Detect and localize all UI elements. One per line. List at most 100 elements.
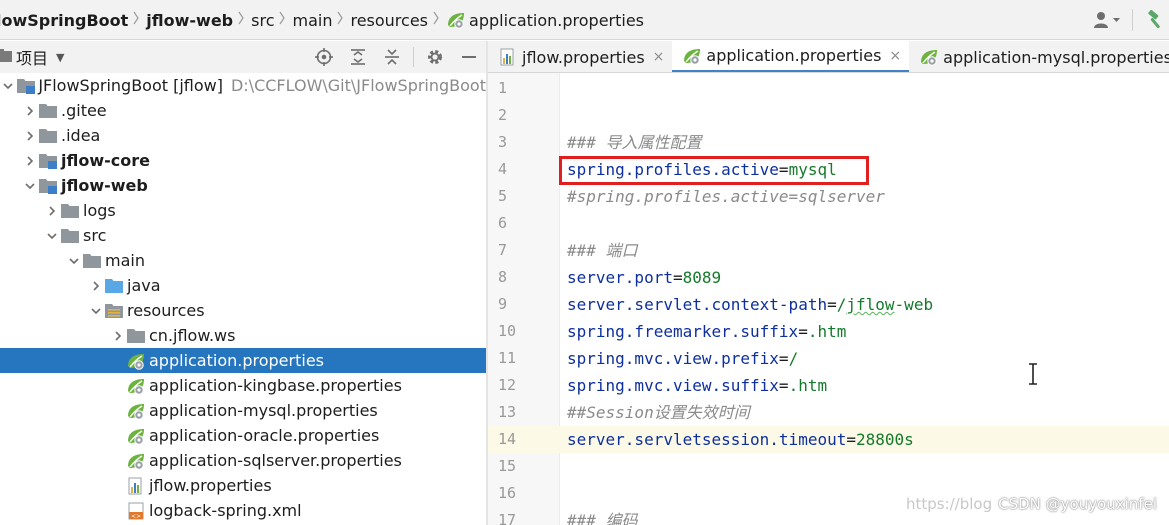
code-editor[interactable]: ### 导入属性配置 spring.profiles.active=mysql #s… [560, 73, 1169, 525]
spring-properties-icon [682, 43, 702, 68]
chevron-down-icon[interactable] [88, 298, 104, 323]
chevron-down-icon[interactable] [22, 173, 38, 198]
breadcrumb-item[interactable]: src [251, 0, 274, 39]
code-token: ### 导入属性配置 [567, 133, 702, 152]
chevron-right-icon[interactable] [110, 323, 126, 348]
code-token: = [846, 430, 856, 449]
project-panel-icon [0, 48, 12, 67]
code-line[interactable]: spring.freemarker.suffix=.htm [560, 318, 1169, 345]
code-line[interactable]: ### 端口 [560, 237, 1169, 264]
navbar-divider [1132, 9, 1133, 31]
tree-item[interactable]: logs [0, 198, 486, 223]
xml-file-icon: <> [126, 498, 146, 523]
line-number: 16 [498, 484, 517, 502]
tree-item-label: java [127, 276, 161, 295]
chevron-right-icon[interactable] [22, 148, 38, 173]
chevron-down-icon[interactable] [0, 73, 16, 98]
breadcrumb-item[interactable]: lowSpringBoot [0, 0, 128, 39]
code-line[interactable] [560, 210, 1169, 237]
tree-item[interactable]: .gitee [0, 98, 486, 123]
tree-item-label: .gitee [61, 101, 107, 120]
project-view-selector[interactable]: 项目 ▼ [0, 41, 64, 73]
watermark: https://blog CSDN @youyouxinfei [905, 495, 1157, 513]
code-line[interactable]: ##Session设置失效时间 [560, 399, 1169, 426]
code-line[interactable] [560, 75, 1169, 102]
spring-properties-icon [126, 348, 146, 373]
folder-icon [38, 98, 58, 123]
breadcrumb-item[interactable]: resources [350, 0, 428, 39]
line-number: 11 [498, 349, 517, 367]
tree-item[interactable]: cn.jflow.ws [0, 323, 486, 348]
code-line[interactable]: spring.mvc.view.suffix=.htm [560, 372, 1169, 399]
tree-item[interactable]: application-oracle.properties [0, 423, 486, 448]
code-line[interactable]: spring.profiles.active=mysql [560, 156, 1169, 183]
collapse-all-icon[interactable] [375, 41, 409, 73]
expand-all-icon[interactable] [341, 41, 375, 73]
editor-tab[interactable]: application.properties × [672, 41, 910, 72]
tree-item[interactable]: application.properties [0, 348, 486, 373]
tree-item[interactable]: <> logback-spring.xml [0, 498, 486, 523]
code-line[interactable]: #spring.profiles.active=sqlserver [560, 183, 1169, 210]
code-line[interactable]: server.port=8089 [560, 264, 1169, 291]
close-icon[interactable]: × [889, 48, 901, 64]
tree-item[interactable]: application-kingbase.properties [0, 373, 486, 398]
breadcrumb-item[interactable]: jflow-web [146, 0, 234, 39]
locate-file-icon[interactable] [307, 41, 341, 73]
tree-item[interactable]: src [0, 223, 486, 248]
gear-icon[interactable] [418, 41, 452, 73]
line-number-gutter: 1 2 3 4 5 6 7 8 9 10 11 12 13 14 15 16 17 [488, 73, 560, 525]
breadcrumb-item[interactable]: application.properties [446, 0, 644, 39]
folder-icon [60, 223, 80, 248]
chevron-right-icon[interactable] [22, 98, 38, 123]
code-line[interactable]: server.servlet.context-path=/jflow-web [560, 291, 1169, 318]
code-line[interactable] [560, 453, 1169, 480]
tree-item[interactable]: resources [0, 298, 486, 323]
code-token: server.servletsession.timeout [567, 430, 847, 449]
breadcrumb-item[interactable]: main [292, 0, 333, 39]
tree-item-label: logback-spring.xml [149, 501, 302, 520]
chevron-right-icon[interactable] [44, 198, 60, 223]
close-icon[interactable]: × [653, 49, 665, 65]
spring-properties-icon [919, 45, 939, 70]
code-line[interactable]: ### 导入属性配置 [560, 129, 1169, 156]
breadcrumb-label: jflow-web [146, 10, 234, 30]
breadcrumb-label: main [292, 10, 333, 30]
tree-item[interactable]: JFlowSpringBoot [jflow] D:\CCFLOW\Git\JFl… [0, 73, 486, 98]
chevron-right-icon[interactable] [88, 273, 104, 298]
tree-item[interactable]: application-sqlserver.properties [0, 448, 486, 473]
code-line[interactable]: server.servletsession.timeout=28800s [560, 426, 1169, 453]
line-number: 3 [498, 133, 508, 151]
tree-item[interactable]: jflow-web [0, 173, 486, 198]
line-number: 14 [488, 426, 560, 453]
line-number: 10 [498, 322, 517, 340]
tree-item[interactable]: java [0, 273, 486, 298]
tree-item[interactable]: main [0, 248, 486, 273]
code-line[interactable]: spring.mvc.view.prefix=/ [560, 345, 1169, 372]
build-hammer-icon[interactable] [1143, 8, 1167, 32]
code-token: -web [894, 295, 934, 314]
code-line[interactable] [560, 102, 1169, 129]
tree-item[interactable]: .idea [0, 123, 486, 148]
tree-item[interactable]: jflow-core [0, 148, 486, 173]
navbar-actions [1090, 0, 1169, 39]
editor-tab[interactable]: jflow.properties × [488, 41, 672, 72]
line-number: 1 [498, 79, 508, 97]
chevron-down-icon: ▼ [56, 50, 65, 64]
tree-item[interactable]: application-mysql.properties [0, 398, 486, 423]
spring-properties-icon [126, 423, 146, 448]
tree-item-label: jflow-web [61, 176, 148, 195]
code-token: 8089 [682, 268, 722, 287]
minimize-icon[interactable] [452, 41, 486, 73]
tree-item[interactable]: jflow.properties [0, 473, 486, 498]
chevron-down-icon[interactable] [66, 248, 82, 273]
chevron-down-icon[interactable] [44, 223, 60, 248]
chevron-right-icon[interactable] [22, 123, 38, 148]
line-number: 6 [498, 214, 508, 232]
line-number: 8 [498, 268, 508, 286]
editor-tab[interactable]: application-mysql.properties× [909, 41, 1169, 72]
tree-item-label: application-sqlserver.properties [149, 451, 402, 470]
user-icon[interactable] [1090, 8, 1126, 32]
tree-item-label: application-kingbase.properties [149, 376, 402, 395]
